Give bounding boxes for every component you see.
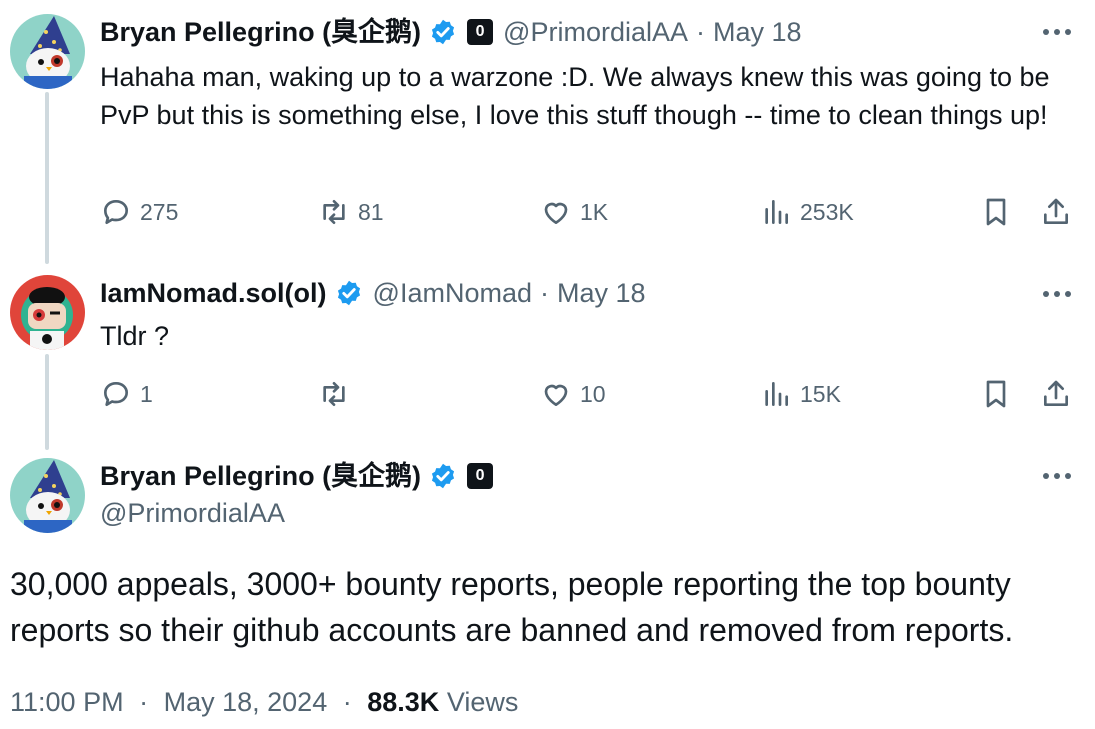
tweet-header: IamNomad.sol(ol) @IamNomad · May 18 (100, 276, 646, 310)
views-count: 253K (800, 198, 854, 225)
tweet-2[interactable]: IamNomad.sol(ol) @IamNomad · May 18 Tldr… (0, 262, 1095, 442)
like-count: 10 (580, 380, 606, 407)
bookmark-button[interactable] (980, 378, 1012, 410)
like-icon (544, 384, 568, 406)
avatar[interactable] (10, 14, 85, 89)
views-count: 15K (800, 380, 841, 407)
layerzero-badge-icon[interactable]: 0 (467, 463, 494, 489)
share-button[interactable] (1040, 378, 1072, 410)
like-button[interactable]: 1K (540, 196, 608, 228)
reply-icon (104, 382, 128, 406)
separator: · (342, 687, 352, 717)
author-name[interactable]: Bryan Pellegrino (臭企鹅) (100, 15, 421, 49)
separator: · (139, 687, 149, 717)
avatar[interactable] (10, 458, 85, 533)
tweet-meta: 11:00 PM · May 18, 2024 · 88.3K Views (10, 685, 518, 719)
reply-count: 1 (140, 380, 153, 407)
layerzero-badge-icon[interactable]: 0 (467, 19, 494, 45)
separator: · (540, 278, 549, 308)
views-icon (765, 200, 788, 224)
verified-badge-icon (337, 280, 360, 306)
separator: · (696, 17, 705, 47)
reply-icon (104, 200, 128, 224)
retweet-count: 81 (358, 198, 384, 225)
views-button[interactable]: 15K (760, 378, 841, 410)
author-handle[interactable]: @PrimordialAA (100, 496, 285, 530)
more-icon[interactable] (1043, 29, 1071, 35)
author-handle[interactable]: @IamNomad (373, 276, 532, 310)
reply-count: 275 (140, 198, 179, 225)
bookmark-icon (986, 380, 1006, 408)
bookmark-button[interactable] (980, 196, 1012, 228)
tweet-text: Tldr ? (100, 321, 170, 351)
tweet-header: Bryan Pellegrino (臭企鹅) 0 @PrimordialAA ·… (100, 15, 802, 49)
author-handle-row: @PrimordialAA (100, 496, 285, 530)
more-icon[interactable] (1043, 291, 1071, 297)
views-label: Views (446, 687, 519, 717)
views-count: 88.3K (367, 687, 440, 717)
tweet-date[interactable]: May 18 (557, 276, 646, 310)
more-icon[interactable] (1043, 473, 1071, 479)
share-icon (1044, 198, 1068, 224)
views-button[interactable]: 253K (760, 196, 854, 228)
tweet-text: Hahaha man, waking up to a warzone :D. W… (100, 62, 1050, 130)
author-name[interactable]: Bryan Pellegrino (臭企鹅) (100, 459, 421, 493)
tweet-1[interactable]: Bryan Pellegrino (臭企鹅) 0 @PrimordialAA ·… (0, 0, 1095, 260)
share-icon (1044, 380, 1068, 406)
retweet-icon (323, 200, 345, 224)
share-button[interactable] (1040, 196, 1072, 228)
tweet-date[interactable]: May 18, 2024 (164, 687, 328, 717)
reply-button[interactable]: 1 (100, 378, 153, 410)
action-bar: 275 81 1K 253K (100, 196, 1080, 230)
tweet-text: 30,000 appeals, 3000+ bounty reports, pe… (10, 566, 1014, 648)
bookmark-icon (986, 198, 1006, 226)
tweet-header: Bryan Pellegrino (臭企鹅) 0 (100, 459, 494, 493)
author-handle[interactable]: @PrimordialAA (503, 15, 688, 49)
views-icon (765, 382, 788, 406)
like-count: 1K (580, 198, 609, 225)
verified-badge-icon (431, 463, 455, 489)
author-name[interactable]: IamNomad.sol(ol) (100, 276, 327, 310)
reply-button[interactable]: 275 (100, 196, 178, 228)
retweet-button[interactable]: 81 (318, 196, 384, 228)
retweet-icon (323, 382, 345, 406)
retweet-button[interactable] (318, 378, 358, 410)
action-bar: 1 10 15K (100, 378, 1080, 412)
tweet-date[interactable]: May 18 (713, 15, 802, 49)
tweet-time[interactable]: 11:00 PM (10, 687, 124, 717)
like-icon (544, 202, 568, 224)
verified-badge-icon (431, 19, 455, 45)
like-button[interactable]: 10 (540, 378, 606, 410)
avatar[interactable] (10, 275, 85, 350)
